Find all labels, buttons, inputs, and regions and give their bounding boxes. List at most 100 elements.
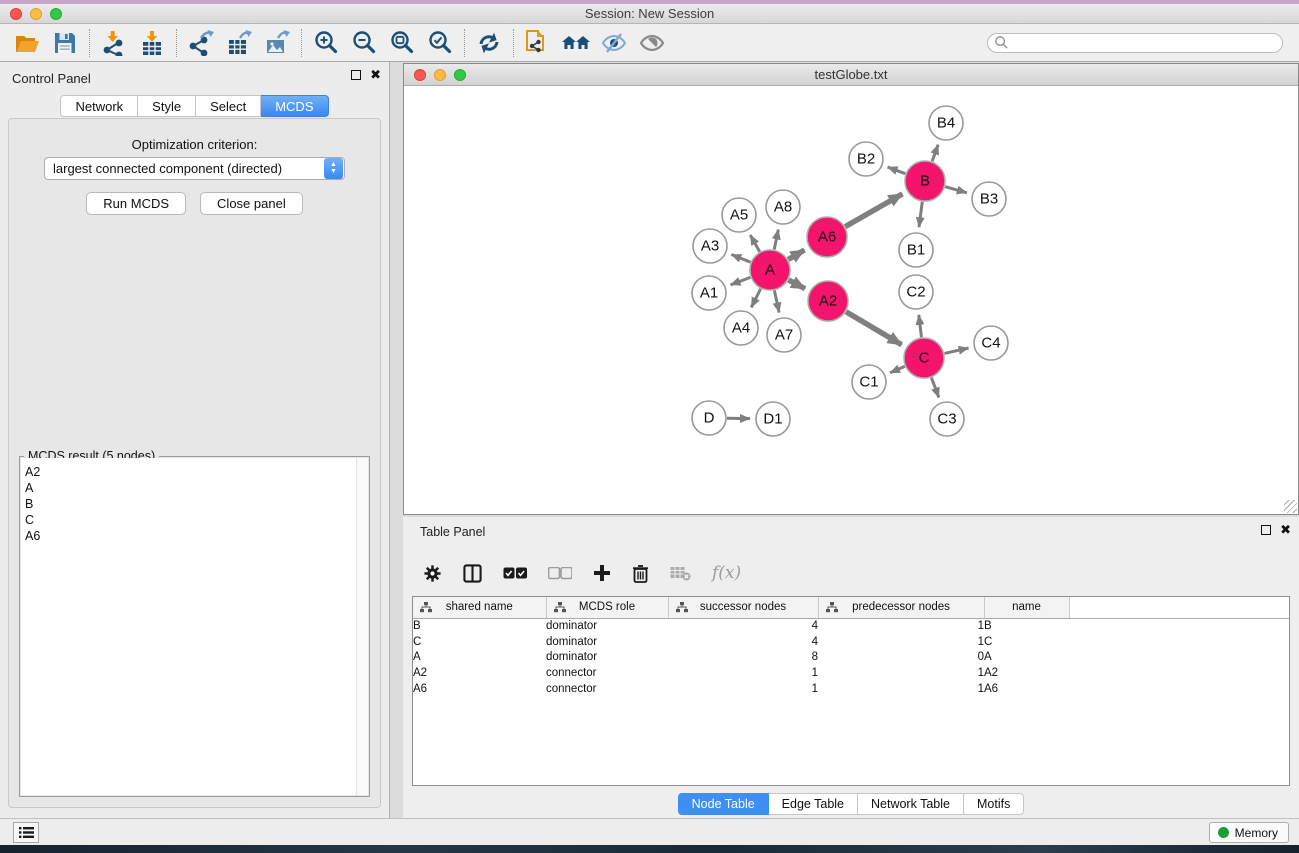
table-row[interactable]: Cdominator41C	[413, 634, 1289, 650]
zoom-selected-button[interactable]	[421, 27, 459, 59]
graph-edge-B-B4[interactable]	[932, 145, 938, 162]
table-cell[interactable]: A2	[413, 665, 546, 681]
graph-edge-B-B3[interactable]	[945, 187, 967, 193]
create-column-button[interactable]	[593, 564, 611, 582]
tab-mcds[interactable]: MCDS	[261, 95, 328, 117]
graph-edge-C-C4[interactable]	[944, 348, 968, 353]
table-cell[interactable]	[1069, 618, 1289, 634]
graph-edge-C-C3[interactable]	[931, 378, 938, 398]
graph-edge-C-C2[interactable]	[919, 315, 922, 337]
tab-motifs[interactable]: Motifs	[964, 793, 1024, 815]
graph-edge-A-A8[interactable]	[774, 230, 778, 250]
import-network-button[interactable]	[95, 27, 133, 59]
criterion-dropdown[interactable]: largest connected component (directed) ▲…	[44, 157, 345, 180]
result-item[interactable]: C	[25, 512, 352, 528]
search-input[interactable]	[1009, 35, 1282, 51]
show-column-button[interactable]	[463, 564, 482, 583]
table-cell[interactable]: C	[413, 634, 546, 650]
graph-edge-B-B2[interactable]	[888, 167, 906, 174]
tab-network[interactable]: Network	[60, 95, 138, 117]
first-neighbors-button[interactable]	[557, 27, 595, 59]
table-cell[interactable]: 4	[668, 618, 818, 634]
delete-table-button[interactable]	[670, 566, 691, 581]
table-cell[interactable]: B	[413, 618, 546, 634]
network-canvas[interactable]: AA1A2A3A4A5A6A7A8BB1B2B3B4CC1C2C3C4DD1	[404, 86, 1298, 514]
zoom-fit-button[interactable]	[383, 27, 421, 59]
zoom-window-button[interactable]	[50, 8, 62, 20]
tab-edge-table[interactable]: Edge Table	[769, 793, 858, 815]
table-cell[interactable]: C	[984, 634, 1069, 650]
graph-edge-A-A6[interactable]	[788, 250, 804, 259]
result-item[interactable]: A2	[25, 464, 352, 480]
tab-node-table[interactable]: Node Table	[678, 793, 769, 815]
network-minimize-button[interactable]	[434, 69, 446, 81]
graph-edge-A-A1[interactable]	[731, 277, 751, 284]
table-cell[interactable]: 4	[668, 634, 818, 650]
table-cell[interactable]: 1	[668, 665, 818, 681]
new-network-from-selection-button[interactable]	[519, 27, 557, 59]
table-cell[interactable]: 1	[818, 665, 984, 681]
show-all-button[interactable]	[633, 27, 671, 59]
graph-edge-C-C1[interactable]	[890, 366, 905, 372]
network-zoom-button[interactable]	[454, 69, 466, 81]
table-cell[interactable]: dominator	[546, 650, 668, 666]
result-item[interactable]: A	[25, 480, 352, 496]
table-cell[interactable]	[1069, 634, 1289, 650]
graph-edge-A-A2[interactable]	[789, 280, 806, 289]
refresh-button[interactable]	[470, 27, 508, 59]
zoom-out-button[interactable]	[345, 27, 383, 59]
table-row[interactable]: Adominator80A	[413, 650, 1289, 666]
export-image-button[interactable]	[258, 27, 296, 59]
table-cell[interactable]: A	[413, 650, 546, 666]
table-cell[interactable]: A6	[413, 681, 546, 697]
search-field[interactable]	[987, 33, 1283, 53]
window-resize-grip[interactable]	[1284, 500, 1297, 513]
result-list-scrollbar[interactable]	[356, 458, 368, 795]
node-table[interactable]: shared name MCDS role successor nodes	[412, 596, 1290, 786]
table-cell[interactable]: connector	[546, 665, 668, 681]
table-settings-button[interactable]	[423, 564, 442, 583]
table-cell[interactable]: 1	[818, 681, 984, 697]
table-cell[interactable]: 1	[818, 618, 984, 634]
graph-edge-A2-C[interactable]	[846, 312, 902, 345]
table-cell[interactable]	[1069, 650, 1289, 666]
close-panel-icon[interactable]: ✖	[370, 70, 381, 80]
zoom-in-button[interactable]	[307, 27, 345, 59]
result-item[interactable]: B	[25, 496, 352, 512]
unselect-all-columns-button[interactable]	[548, 567, 572, 580]
table-cell[interactable]: 1	[668, 681, 818, 697]
table-cell[interactable]: A	[984, 650, 1069, 666]
tab-network-table[interactable]: Network Table	[858, 793, 964, 815]
table-cell[interactable]: A2	[984, 665, 1069, 681]
table-cell[interactable]: 8	[668, 650, 818, 666]
run-mcds-button[interactable]: Run MCDS	[86, 192, 186, 215]
column-header-successor-nodes[interactable]: successor nodes	[668, 597, 818, 618]
select-all-columns-button[interactable]	[503, 567, 527, 580]
tab-style[interactable]: Style	[138, 95, 196, 117]
float-table-panel-icon[interactable]	[1261, 525, 1271, 535]
network-window-titlebar[interactable]: testGlobe.txt	[404, 64, 1298, 86]
close-panel-button[interactable]: Close panel	[200, 192, 303, 215]
table-cell[interactable]: 0	[818, 650, 984, 666]
graph-edge-B-B1[interactable]	[919, 202, 922, 227]
graph-edge-A-A7[interactable]	[774, 291, 779, 313]
table-cell[interactable]	[1069, 665, 1289, 681]
export-network-button[interactable]	[182, 27, 220, 59]
table-row[interactable]: A6connector11A6	[413, 681, 1289, 697]
close-table-panel-icon[interactable]: ✖	[1280, 525, 1291, 535]
column-header-mcds-role[interactable]: MCDS role	[546, 597, 668, 618]
table-row[interactable]: A2connector11A2	[413, 665, 1289, 681]
graph-edge-A6-B[interactable]	[845, 194, 902, 227]
graph-edge-A-A5[interactable]	[750, 235, 759, 252]
column-header-name[interactable]: name	[984, 597, 1069, 618]
table-cell[interactable]	[1069, 681, 1289, 697]
table-cell[interactable]: dominator	[546, 634, 668, 650]
graph-edge-A-A4[interactable]	[751, 289, 760, 308]
mcds-result-list[interactable]: A2ABCA6	[21, 458, 356, 795]
table-cell[interactable]: A6	[984, 681, 1069, 697]
network-close-button[interactable]	[414, 69, 426, 81]
memory-button[interactable]: Memory	[1209, 822, 1289, 843]
import-table-button[interactable]	[133, 27, 171, 59]
save-session-button[interactable]	[46, 27, 84, 59]
table-cell[interactable]: dominator	[546, 618, 668, 634]
